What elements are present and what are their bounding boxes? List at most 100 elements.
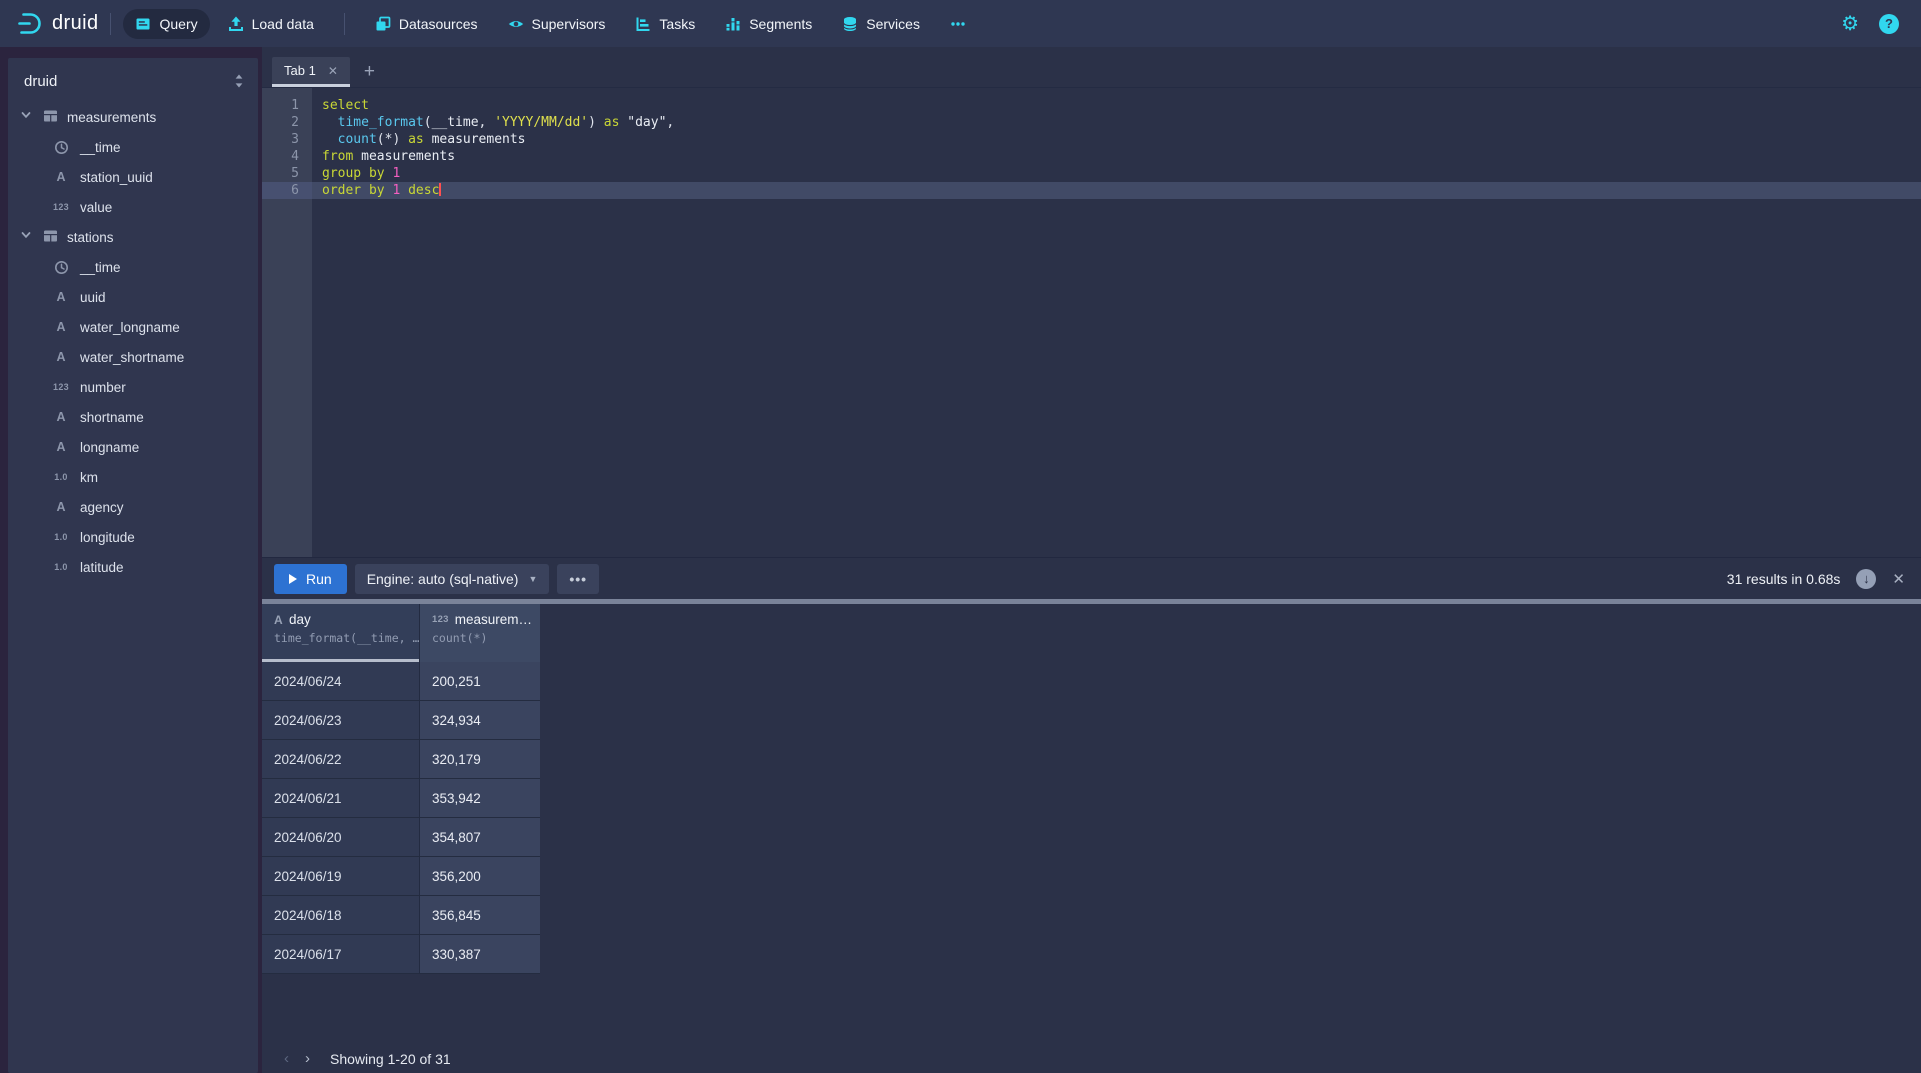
tree-item-label: agency — [80, 500, 124, 515]
left-column: druid measurements__timeAstation_uuid123… — [0, 47, 262, 1073]
results-panel: A day time_format(__time, … 123 measurem… — [262, 604, 1921, 1073]
tab-close-icon[interactable]: ✕ — [328, 64, 338, 78]
engine-select[interactable]: Engine: auto (sql-native) ▼ — [355, 564, 550, 594]
druid-logo-icon — [16, 10, 43, 37]
top-nav: druid Query Load data DatasourcesSuperviso… — [0, 0, 1921, 47]
tree-item-label: longitude — [80, 530, 135, 545]
column-header-measurements[interactable]: 123 measurem… count(*) — [420, 604, 540, 662]
cell-measurements[interactable]: 200,251 — [420, 662, 540, 701]
tree-column-water-shortname[interactable]: Awater_shortname — [8, 342, 258, 372]
code-token: (*) — [377, 132, 408, 147]
nav-item-datasources[interactable]: Datasources — [363, 9, 490, 39]
tree-column-agency[interactable]: Aagency — [8, 492, 258, 522]
nav-item-label: Services — [866, 16, 920, 32]
code-line-1: select — [312, 97, 1921, 114]
code-token — [322, 115, 338, 130]
nav-item-supervisors[interactable]: Supervisors — [496, 9, 618, 39]
query-more-button[interactable]: ••• — [557, 564, 599, 594]
download-icon[interactable]: ↓ — [1856, 569, 1876, 589]
code-token — [400, 183, 408, 198]
cell-day[interactable]: 2024/06/21 — [262, 779, 420, 818]
tree-column-number[interactable]: 123number — [8, 372, 258, 402]
tree-column-longitude[interactable]: 1.0 longitude — [8, 522, 258, 552]
cell-day[interactable]: 2024/06/17 — [262, 935, 420, 974]
nav-divider — [344, 13, 345, 35]
sql-editor[interactable]: 123456 select time_format(__time, 'YYYY/… — [262, 88, 1921, 557]
tree-column-station-uuid[interactable]: Astation_uuid — [8, 162, 258, 192]
nav-item-more[interactable] — [938, 9, 978, 39]
tree-table-stations[interactable]: stations — [8, 222, 258, 252]
cell-measurements[interactable]: 320,179 — [420, 740, 540, 779]
prev-page-icon[interactable]: ‹ — [284, 1050, 289, 1067]
cell-day[interactable]: 2024/06/20 — [262, 818, 420, 857]
nav-item-label: Query — [159, 16, 197, 32]
chevron-down-icon — [20, 109, 36, 125]
cell-measurements[interactable]: 353,942 — [420, 779, 540, 818]
column-expression: time_format(__time, … — [274, 631, 419, 645]
cell-day[interactable]: 2024/06/22 — [262, 740, 420, 779]
column-name: day — [289, 612, 311, 627]
close-results-icon[interactable]: ✕ — [1892, 570, 1905, 588]
tree-column-shortname[interactable]: Ashortname — [8, 402, 258, 432]
nav-item-load-data[interactable]: Load data — [216, 9, 326, 39]
cell-measurements[interactable]: 354,807 — [420, 818, 540, 857]
nav-item-services[interactable]: Services — [830, 9, 932, 39]
number-type-icon: 123 — [48, 382, 74, 392]
tab-tab1[interactable]: Tab 1 ✕ — [272, 57, 350, 87]
chevron-down-icon: ▼ — [528, 574, 537, 584]
double-caret-vertical-icon[interactable] — [232, 73, 246, 89]
run-bar: Run Engine: auto (sql-native) ▼ ••• 31 r… — [262, 557, 1921, 599]
column-name: measurem… — [455, 612, 532, 627]
tree-column-value[interactable]: 123value — [8, 192, 258, 222]
cell-measurements[interactable]: 330,387 — [420, 935, 540, 974]
settings-gear-icon[interactable]: ⚙ — [1841, 14, 1859, 34]
cell-day[interactable]: 2024/06/19 — [262, 857, 420, 896]
nav-item-segments[interactable]: Segments — [713, 9, 824, 39]
column-expression: count(*) — [432, 631, 540, 645]
tree-column-uuid[interactable]: Auuid — [8, 282, 258, 312]
code-line-4: from measurements — [312, 148, 1921, 165]
tree-column-km[interactable]: 1.0km — [8, 462, 258, 492]
tree-item-label: latitude — [80, 560, 124, 575]
tree-item-label: station_uuid — [80, 170, 153, 185]
tree-item-label: __time — [80, 260, 121, 275]
tree-column-latitude[interactable]: 1.0latitude — [8, 552, 258, 582]
code-token — [361, 166, 369, 181]
tree-column---time[interactable]: __time — [8, 252, 258, 282]
number-type-icon: 123 — [48, 202, 74, 212]
cell-day[interactable]: 2024/06/18 — [262, 896, 420, 935]
tasks-icon — [635, 16, 651, 32]
tree-table-measurements[interactable]: measurements — [8, 102, 258, 132]
cell-measurements[interactable]: 356,200 — [420, 857, 540, 896]
tree-column-longname[interactable]: Alongname — [8, 432, 258, 462]
druid-logo[interactable]: druid — [16, 10, 98, 37]
line-number: 4 — [262, 148, 312, 165]
string-type-icon: A — [48, 290, 74, 304]
nav-item-query[interactable]: Query — [123, 9, 209, 39]
cell-day[interactable]: 2024/06/23 — [262, 701, 420, 740]
sort-indicator — [262, 659, 419, 662]
code-token: select — [322, 98, 369, 113]
run-button[interactable]: Run — [274, 564, 347, 594]
play-icon — [289, 574, 297, 584]
add-tab-icon[interactable]: + — [364, 62, 375, 81]
next-page-icon[interactable]: › — [305, 1050, 310, 1067]
nav-item-tasks[interactable]: Tasks — [623, 9, 707, 39]
results-rows: 2024/06/24200,2512024/06/23324,9342024/0… — [262, 662, 1921, 1044]
tree-column-water-longname[interactable]: Awater_longname — [8, 312, 258, 342]
code-token: count — [338, 132, 377, 147]
string-type-icon: A — [48, 410, 74, 424]
cell-measurements[interactable]: 324,934 — [420, 701, 540, 740]
tree-column---time[interactable]: __time — [8, 132, 258, 162]
pagination-info: Showing 1-20 of 31 — [330, 1051, 451, 1067]
code-token: 1 — [392, 166, 400, 181]
tree-item-label: km — [80, 470, 98, 485]
code-token: as — [604, 115, 620, 130]
nav-item-label: Segments — [749, 16, 812, 32]
cell-day[interactable]: 2024/06/24 — [262, 662, 420, 701]
column-header-day[interactable]: A day time_format(__time, … — [262, 604, 420, 662]
float-type-icon: 1.0 — [48, 532, 74, 542]
code-token — [424, 132, 432, 147]
cell-measurements[interactable]: 356,845 — [420, 896, 540, 935]
help-icon[interactable]: ? — [1879, 14, 1899, 34]
